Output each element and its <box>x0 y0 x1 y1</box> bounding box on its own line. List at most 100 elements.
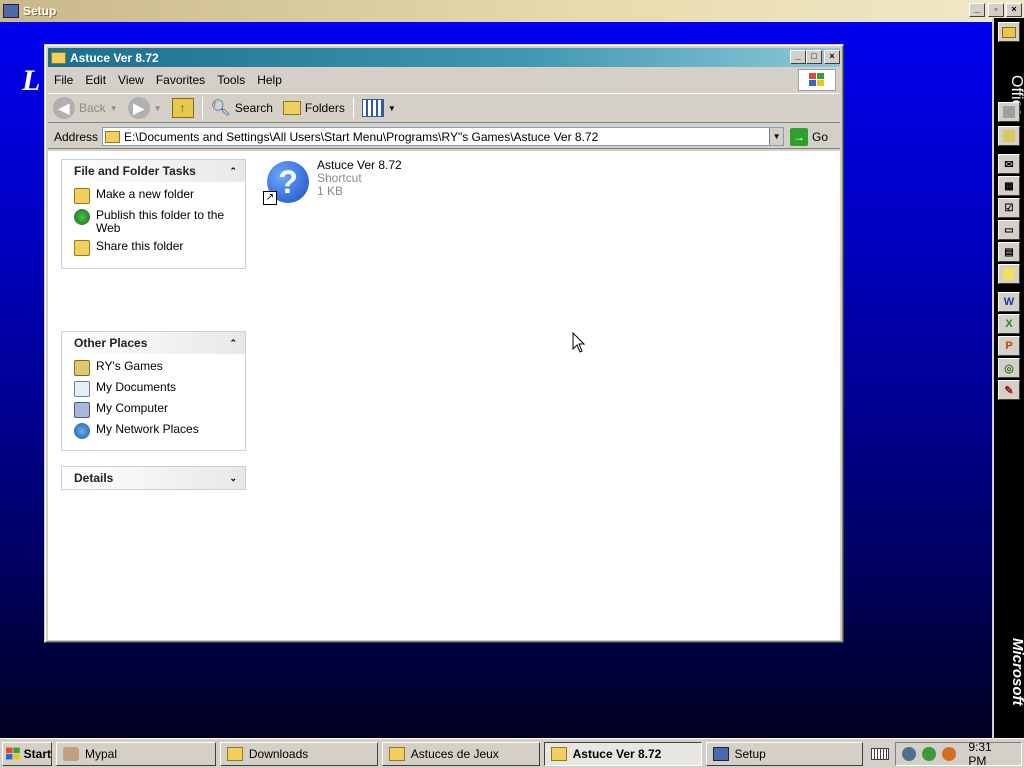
folders-label: Folders <box>304 101 345 115</box>
setup-restore-button[interactable]: ▫ <box>988 3 1004 17</box>
taskbar-button-downloads[interactable]: Downloads <box>219 741 378 766</box>
back-arrow-icon: ◀ <box>53 97 75 119</box>
keyboard-icon[interactable] <box>871 747 890 760</box>
minimize-button[interactable]: _ <box>790 50 806 64</box>
taskbar-button-mypal[interactable]: Mypal <box>56 741 216 766</box>
office-app-2-button[interactable] <box>998 126 1020 146</box>
office-app-1-button[interactable] <box>998 102 1020 122</box>
contacts-button[interactable]: ▭ <box>998 220 1020 240</box>
address-input[interactable]: E:\Documents and Settings\All Users\Star… <box>102 127 785 146</box>
setup-close-button[interactable]: × <box>1006 3 1022 17</box>
chevron-down-icon: ▼ <box>153 103 162 113</box>
notes-button[interactable] <box>998 264 1020 284</box>
taskbar-label: Setup <box>734 746 766 761</box>
clock[interactable]: 9:31 PM <box>968 740 1013 768</box>
calendar-button[interactable]: ▦ <box>998 176 1020 196</box>
office-app-icon <box>1003 130 1015 142</box>
menu-favorites[interactable]: Favorites <box>150 73 211 87</box>
collapse-chevron-icon: ⌃ <box>229 165 237 176</box>
place-my-computer[interactable]: My Computer <box>74 402 237 418</box>
task-label: Make a new folder <box>96 187 195 201</box>
taskbar-button-astuces-de-jeux[interactable]: Astuces de Jeux <box>381 741 540 766</box>
menu-edit[interactable]: Edit <box>79 73 112 87</box>
word-icon: W <box>1003 296 1015 308</box>
toolbar-separator <box>201 97 203 119</box>
folders-button[interactable]: Folders <box>278 95 350 121</box>
place-label: My Documents <box>96 380 177 394</box>
publisher-icon: ◎ <box>1004 362 1014 375</box>
panel-title: File and Folder Tasks <box>74 164 196 178</box>
details-panel: Details ⌄ <box>61 466 246 490</box>
go-button[interactable]: → Go <box>790 127 828 146</box>
network-globe-icon <box>74 423 90 439</box>
start-button[interactable]: Start <box>2 741 52 766</box>
publisher-button[interactable]: ◎ <box>998 358 1020 378</box>
checklist-icon: ☑ <box>1004 202 1014 214</box>
address-value: E:\Documents and Settings\All Users\Star… <box>124 129 599 144</box>
search-icon: 🔍︎ <box>210 100 231 117</box>
taskbar-button-astuce-ver[interactable]: Astuce Ver 8.72 <box>543 741 702 766</box>
task-share-folder[interactable]: Share this folder <box>74 240 237 256</box>
access-icon: ✎ <box>1004 384 1014 397</box>
toolbar-separator <box>352 97 354 119</box>
address-dropdown-button[interactable]: ▼ <box>769 128 784 145</box>
explorer-titlebar[interactable]: Astuce Ver 8.72 _ □ × <box>48 48 840 67</box>
go-arrow-icon: → <box>790 127 809 146</box>
views-button[interactable]: ▼ <box>357 95 401 121</box>
outlook-button[interactable]: ✉ <box>998 154 1020 174</box>
access-button[interactable]: ✎ <box>998 380 1020 400</box>
task-make-new-folder[interactable]: Make a new folder <box>74 188 237 204</box>
window-title: Astuce Ver 8.72 <box>70 50 159 65</box>
task-label: Publish this folder to the Web <box>96 208 225 235</box>
menu-file[interactable]: File <box>48 73 79 87</box>
place-rys-games[interactable]: RY's Games <box>74 360 237 376</box>
taskbar-label: Downloads <box>248 746 309 761</box>
close-button[interactable]: × <box>824 50 840 64</box>
journal-icon: ▤ <box>1004 246 1014 258</box>
menu-help[interactable]: Help <box>251 73 288 87</box>
folder-icon <box>388 746 405 761</box>
excel-button[interactable]: X <box>998 314 1020 334</box>
search-button[interactable]: 🔍︎ Search <box>206 95 278 121</box>
office-bar-menu-button[interactable] <box>998 22 1020 42</box>
place-my-network-places[interactable]: My Network Places <box>74 423 237 439</box>
back-button[interactable]: ◀ Back ▼ <box>48 95 123 121</box>
chevron-down-icon: ▼ <box>387 103 396 113</box>
folder-icon <box>1002 26 1016 38</box>
place-label: My Computer <box>96 401 169 415</box>
windows-flag-icon <box>6 747 20 759</box>
powerpoint-button[interactable]: P <box>998 336 1020 356</box>
tray-app-icon[interactable] <box>902 746 917 761</box>
file-item-shortcut[interactable]: ? ↗ Astuce Ver 8.72 Shortcut 1 KB <box>263 159 402 207</box>
details-header[interactable]: Details ⌄ <box>62 467 245 489</box>
system-tray: 9:31 PM <box>895 740 1022 768</box>
other-places-header[interactable]: Other Places ⌃ <box>62 332 245 354</box>
word-button[interactable]: W <box>998 292 1020 312</box>
menu-tools[interactable]: Tools <box>211 73 251 87</box>
task-publish-to-web[interactable]: Publish this folder to the Web <box>74 209 237 235</box>
calendar-icon: ▦ <box>1004 180 1014 192</box>
folder-icon <box>226 746 243 761</box>
tray-network-icon[interactable] <box>922 746 937 761</box>
journal-button[interactable]: ▤ <box>998 242 1020 262</box>
file-folder-tasks-header[interactable]: File and Folder Tasks ⌃ <box>62 160 245 182</box>
excel-icon: X <box>1005 318 1013 330</box>
new-folder-icon <box>74 188 90 204</box>
start-label: Start <box>23 746 51 761</box>
up-folder-button[interactable]: ↑ <box>167 95 199 121</box>
menu-view[interactable]: View <box>112 73 150 87</box>
taskbar-button-setup[interactable]: Setup <box>705 741 864 766</box>
setup-titlebar: Setup _ ▫ × <box>0 0 1024 22</box>
place-my-documents[interactable]: My Documents <box>74 381 237 397</box>
folder-content-area: File and Folder Tasks ⌃ Make a new folde… <box>48 151 840 640</box>
panel-title: Other Places <box>74 336 148 350</box>
chevron-down-icon: ▼ <box>109 103 118 113</box>
maximize-button[interactable]: □ <box>806 50 822 64</box>
taskbar-label: Astuce Ver 8.72 <box>572 746 662 761</box>
setup-minimize-button[interactable]: _ <box>969 3 985 17</box>
forward-button[interactable]: ▶ ▼ <box>123 95 167 121</box>
browser-icon <box>63 746 79 761</box>
tray-search-icon[interactable] <box>942 746 957 761</box>
search-label: Search <box>234 101 273 115</box>
tasks-button[interactable]: ☑ <box>998 198 1020 218</box>
